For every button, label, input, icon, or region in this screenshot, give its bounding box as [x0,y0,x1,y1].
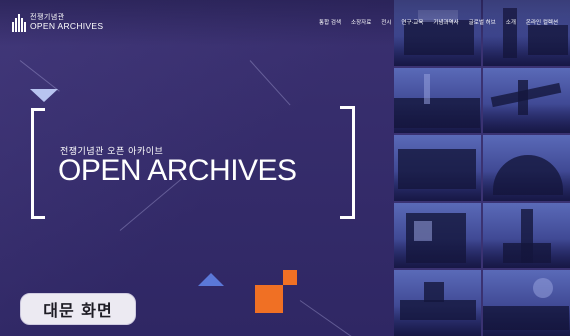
logo-text: 전쟁기념관 OPEN ARCHIVES [30,12,104,31]
photo-tile-ceremony [394,67,481,134]
photo-tile-exhibition [394,202,481,269]
nav-item-exhibition[interactable]: 전시 [381,18,391,26]
photo-tile-outdoor [483,270,570,336]
photo-tile-ship [394,270,481,336]
main-navigation: 통합 검색 소장자료 전시 연구·교육 기념과역사 글로벌 허브 소개 온라인 … [319,18,558,26]
photo-tile-statue [483,202,570,269]
museum-icon [12,12,26,32]
main-page-frame: 전쟁기념관 OPEN ARCHIVES 통합 검색 소장자료 전시 연구·교육 … [0,0,570,336]
nav-item-about[interactable]: 소개 [506,18,516,26]
right-bracket-frame [340,106,355,219]
blue-triangle-icon [198,273,224,286]
screen-caption-badge: 대문 화면 [20,293,136,325]
photo-tile-dome [483,135,570,201]
site-logo[interactable]: 전쟁기념관 OPEN ARCHIVES [12,12,103,32]
orange-small-square [283,270,297,285]
orange-large-square [255,285,283,313]
hero-title: OPEN ARCHIVES [58,154,297,187]
down-triangle-icon [30,89,58,102]
photo-tile-soldiers [394,135,481,201]
nav-item-research-education[interactable]: 연구·교육 [401,18,423,26]
nav-item-online-collection[interactable]: 온라인 컬렉션 [526,18,558,26]
logo-english-name: OPEN ARCHIVES [30,20,104,31]
logo-korean-name: 전쟁기념관 [30,12,65,21]
site-header: 전쟁기념관 OPEN ARCHIVES 통합 검색 소장자료 전시 연구·교육 … [0,0,570,46]
nav-item-memorial-history[interactable]: 기념과역사 [433,18,458,26]
photo-mosaic [394,0,570,336]
nav-item-search[interactable]: 통합 검색 [319,18,341,26]
nav-item-collection[interactable]: 소장자료 [351,18,371,26]
photo-tile-aircraft [483,67,570,134]
nav-item-global-hub[interactable]: 글로벌 허브 [469,18,496,26]
left-bracket-frame [31,108,45,219]
